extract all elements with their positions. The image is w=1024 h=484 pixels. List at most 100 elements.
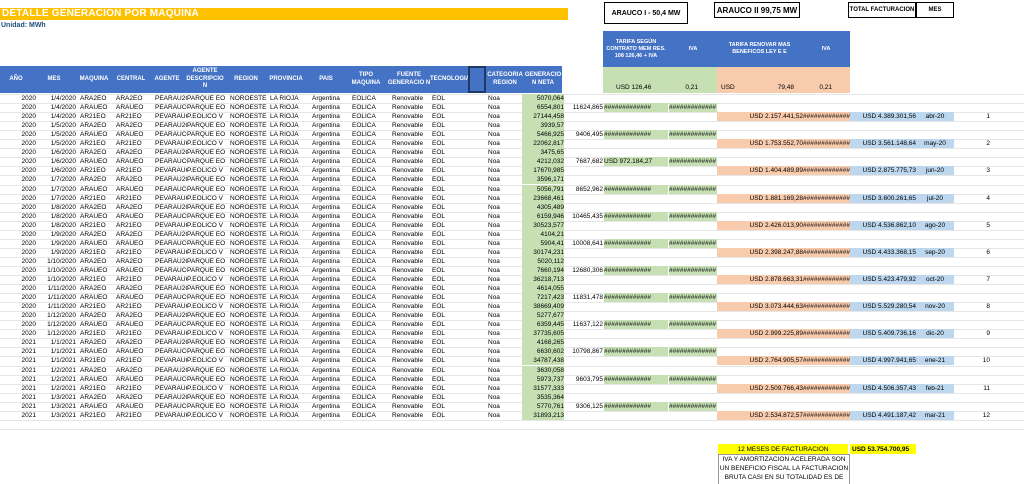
table-cell[interactable]: Renovable — [392, 257, 432, 266]
table-cell[interactable] — [850, 94, 916, 103]
table-cell[interactable]: EOL — [432, 311, 462, 320]
table-cell[interactable] — [717, 293, 803, 302]
table-cell[interactable]: EOLICA — [352, 203, 392, 212]
table-cell[interactable]: 1/11/2020 — [36, 284, 76, 293]
table-cell[interactable]: 30523,577 — [522, 220, 564, 230]
table-cell[interactable]: EOLICA — [352, 384, 392, 393]
table-cell[interactable]: ############# — [604, 184, 668, 194]
table-cell[interactable]: EOLICA — [352, 239, 392, 248]
table-cell[interactable] — [604, 311, 668, 320]
table-cell[interactable]: EOLICA — [352, 175, 392, 184]
table-cell[interactable]: 1/5/2020 — [36, 130, 76, 139]
table-cell[interactable]: Argentina — [312, 239, 350, 248]
table-cell[interactable]: ARA2EO — [80, 366, 114, 375]
table-cell[interactable]: 11831,478 — [566, 293, 603, 302]
table-cell[interactable]: LA RIOJA — [270, 185, 308, 194]
table-cell[interactable]: Noa — [488, 248, 518, 257]
table-cell[interactable] — [850, 148, 916, 157]
table-cell[interactable]: Noa — [488, 221, 518, 230]
table-cell[interactable]: ARAUEO — [116, 239, 152, 248]
table-cell[interactable]: PEARAUCG — [155, 402, 187, 411]
table-cell[interactable]: NOROESTE — [230, 302, 268, 311]
column-header-10[interactable]: FUENTE GENERACIO N — [386, 66, 432, 93]
table-cell[interactable]: Argentina — [312, 293, 350, 302]
table-cell[interactable]: Argentina — [312, 366, 350, 375]
table-cell[interactable]: ############# — [803, 247, 850, 257]
table-cell[interactable] — [803, 284, 850, 293]
table-cell[interactable]: Argentina — [312, 338, 350, 347]
table-cell[interactable]: 1/9/2020 — [36, 230, 76, 239]
table-cell[interactable]: LA RIOJA — [270, 384, 308, 393]
table-cell[interactable]: ARA2EO — [116, 175, 152, 184]
table-cell[interactable]: Argentina — [312, 320, 350, 329]
table-cell[interactable]: EOLICA — [352, 402, 392, 411]
table-cell[interactable]: LA RIOJA — [270, 239, 308, 248]
table-cell[interactable] — [850, 212, 916, 221]
table-cell[interactable] — [566, 384, 603, 393]
table-cell[interactable] — [604, 175, 668, 184]
table-cell[interactable] — [850, 393, 916, 402]
table-cell[interactable]: PARQUE EO — [187, 266, 229, 275]
table-cell[interactable]: ############# — [803, 139, 850, 149]
table-cell[interactable]: LA RIOJA — [270, 284, 308, 293]
table-cell[interactable]: 6359,445 — [522, 320, 564, 330]
table-cell[interactable]: AR21EO — [116, 275, 152, 284]
table-cell[interactable]: ARA2EO — [80, 94, 114, 103]
table-cell[interactable] — [604, 329, 668, 338]
table-cell[interactable]: ############# — [604, 211, 668, 221]
table-cell[interactable] — [669, 284, 717, 293]
table-cell[interactable] — [669, 329, 717, 338]
table-cell[interactable]: 7660,194 — [522, 265, 564, 275]
table-cell[interactable]: ############# — [604, 293, 668, 303]
table-cell[interactable] — [916, 366, 954, 375]
table-cell[interactable] — [566, 121, 603, 130]
table-cell[interactable]: Noa — [488, 130, 518, 139]
table-cell[interactable] — [850, 266, 916, 275]
table-cell[interactable] — [604, 221, 668, 230]
table-cell[interactable]: Renovable — [392, 248, 432, 257]
table-cell[interactable]: Renovable — [392, 239, 432, 248]
table-cell[interactable]: Renovable — [392, 157, 432, 166]
table-cell[interactable]: 31893,213 — [522, 410, 564, 420]
table-cell[interactable]: Renovable — [392, 185, 432, 194]
table-cell[interactable]: EOLICA — [352, 275, 392, 284]
table-cell[interactable] — [803, 203, 850, 212]
table-cell[interactable]: 5770,761 — [522, 401, 564, 411]
table-cell[interactable]: Argentina — [312, 393, 350, 402]
table-cell[interactable]: 1/10/2020 — [36, 266, 76, 275]
table-cell[interactable]: P.EOLICO V — [187, 329, 229, 338]
table-cell[interactable]: Renovable — [392, 175, 432, 184]
table-cell[interactable]: Noa — [488, 175, 518, 184]
table-cell[interactable]: USD 2.999.225,89 — [717, 329, 803, 339]
table-cell[interactable]: 2020 — [0, 239, 36, 248]
table-cell[interactable]: 5070,064 — [522, 94, 564, 103]
table-cell[interactable]: USD 2.426.013,90 — [717, 220, 803, 230]
table-cell[interactable]: 2021 — [0, 375, 36, 384]
table-cell[interactable]: 6159,946 — [522, 211, 564, 221]
table-cell[interactable]: 1/6/2020 — [36, 157, 76, 166]
table-cell[interactable]: 1/12/2020 — [36, 329, 76, 338]
table-cell[interactable]: 1/11/2020 — [36, 293, 76, 302]
table-cell[interactable] — [604, 203, 668, 212]
table-cell[interactable]: LA RIOJA — [270, 257, 308, 266]
table-cell[interactable] — [803, 212, 850, 221]
table-cell[interactable]: NOROESTE — [230, 320, 268, 329]
table-cell[interactable]: ARAUEO — [116, 347, 152, 356]
table-cell[interactable]: 2020 — [0, 166, 36, 175]
table-cell[interactable] — [566, 311, 603, 320]
table-cell[interactable]: NOROESTE — [230, 194, 268, 203]
table-cell[interactable]: 3475,65 — [522, 148, 564, 158]
table-cell[interactable]: 1/3/2021 — [36, 411, 76, 420]
table-cell[interactable]: jun-20 — [916, 166, 954, 176]
table-cell[interactable]: 1/4/2020 — [36, 94, 76, 103]
table-cell[interactable]: EOLICA — [352, 157, 392, 166]
table-cell[interactable]: PARQUE EO — [187, 293, 229, 302]
table-cell[interactable] — [717, 185, 803, 194]
table-cell[interactable]: 12680,306 — [566, 266, 603, 275]
table-cell[interactable]: NOROESTE — [230, 275, 268, 284]
table-cell[interactable]: ARAUEO — [80, 293, 114, 302]
table-cell[interactable] — [566, 257, 603, 266]
table-cell[interactable]: ############# — [669, 401, 717, 411]
table-cell[interactable] — [669, 356, 717, 365]
table-cell[interactable] — [717, 266, 803, 275]
